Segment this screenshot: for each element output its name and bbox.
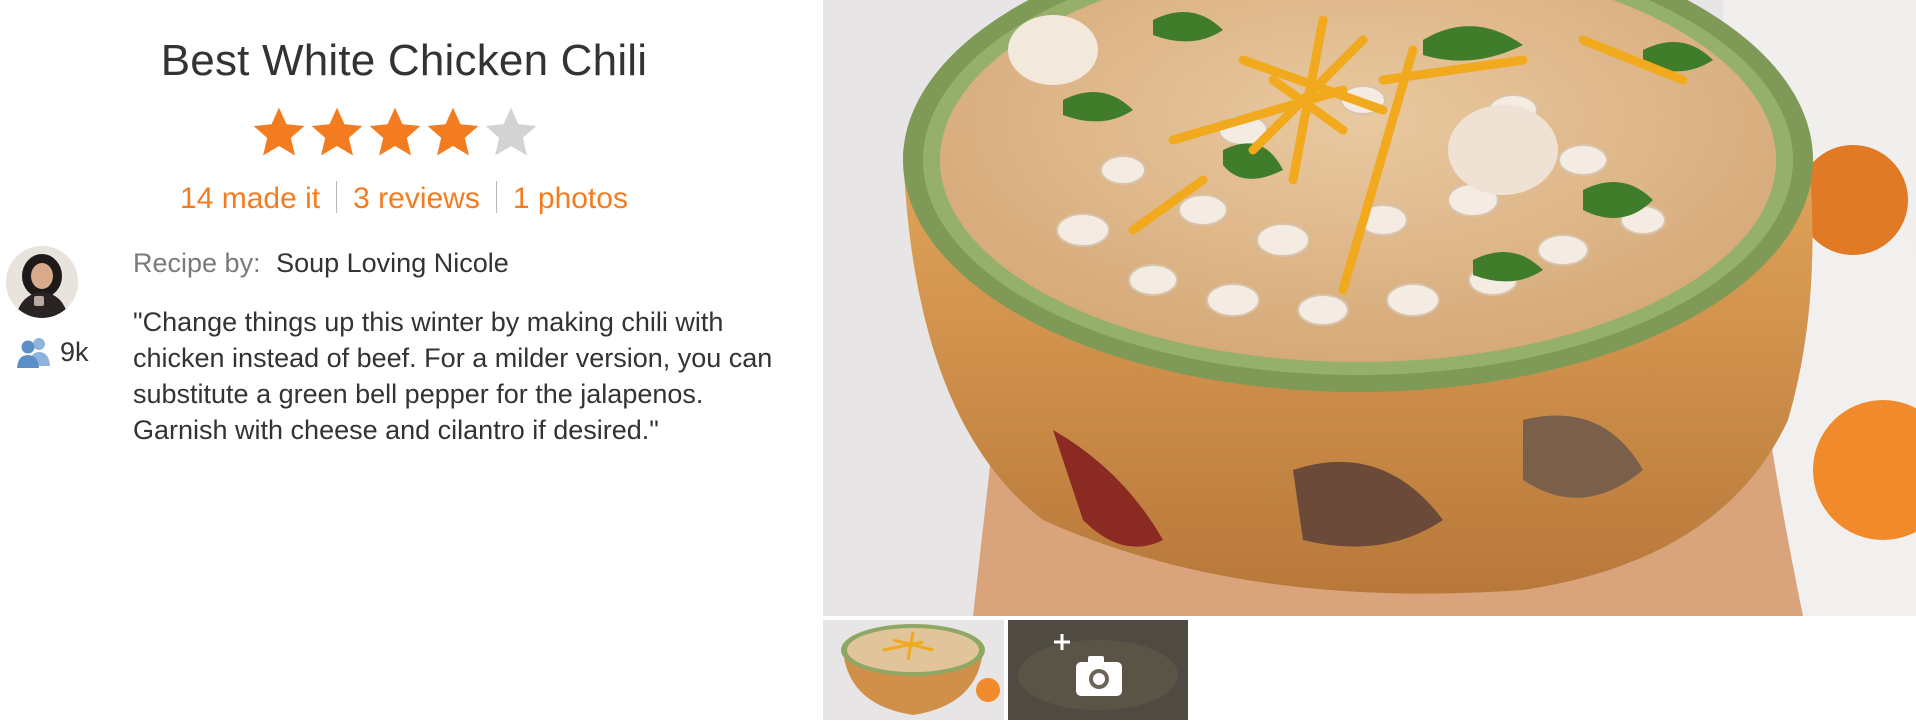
add-photo-button[interactable] [1008, 620, 1188, 720]
followers-count: 9k [60, 336, 89, 367]
recipe-main-photo[interactable] [823, 0, 1916, 616]
stats-divider [336, 181, 338, 214]
avatar-image [6, 246, 78, 318]
stats-divider [495, 181, 497, 214]
recipe-byline: Recipe by: Soup Loving Nicole [133, 248, 509, 279]
camera-plus-icon [1054, 634, 1122, 696]
recipe-summary: Best White Chicken Chili 14 made it 3 rev… [0, 0, 823, 722]
star-empty-icon [485, 107, 537, 156]
byline-label: Recipe by: [133, 248, 261, 278]
author-avatar[interactable] [6, 246, 78, 318]
photos-link[interactable]: 1 photos [513, 182, 628, 215]
made-it-link[interactable]: 14 made it [180, 182, 320, 215]
recipe-stats: 14 made it 3 reviews 1 photos [0, 181, 808, 216]
star-filled-icon [427, 107, 479, 156]
star-filled-icon [369, 107, 421, 156]
people-icon [17, 338, 50, 368]
reviews-link[interactable]: 3 reviews [353, 182, 480, 215]
author-followers[interactable]: 9k [16, 336, 89, 368]
chili-bowl-photo [823, 0, 1916, 616]
recipe-description: "Change things up this winter by making … [133, 307, 773, 445]
rating-stars[interactable] [250, 104, 540, 164]
author-name-link[interactable]: Soup Loving Nicole [276, 248, 509, 278]
recipe-title: Best White Chicken Chili [160, 36, 648, 85]
photo-thumbnail[interactable] [823, 620, 1004, 720]
star-filled-icon [311, 107, 363, 156]
star-filled-icon [253, 107, 305, 156]
thumbnail-image [823, 620, 1004, 720]
